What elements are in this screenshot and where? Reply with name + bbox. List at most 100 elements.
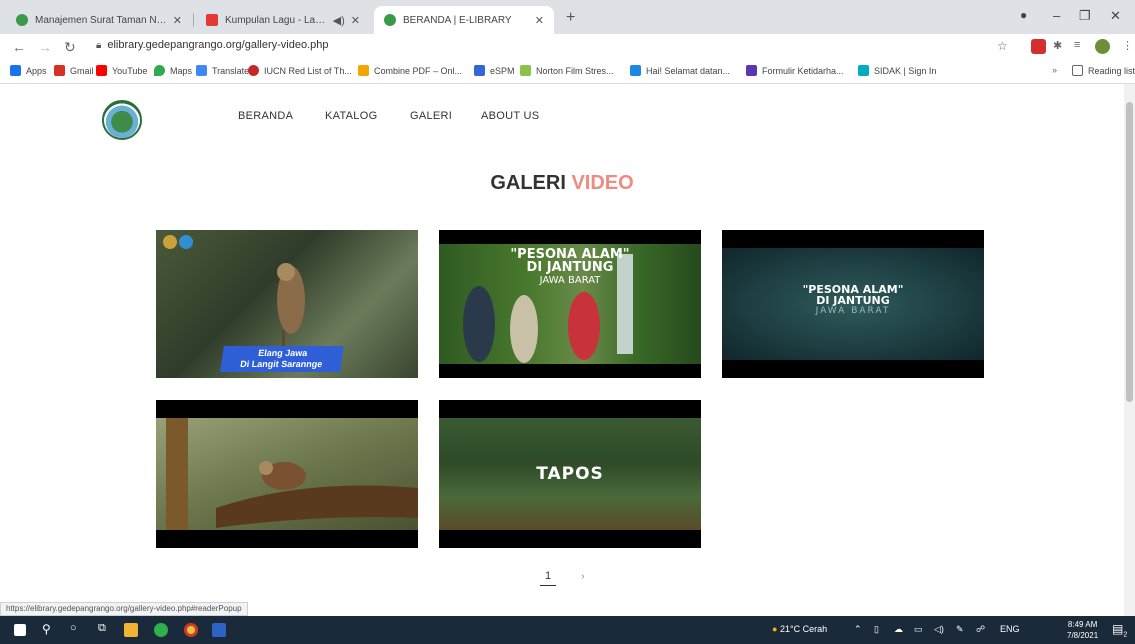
- pen-icon[interactable]: ✎: [956, 624, 964, 635]
- address-bar[interactable]: 🔒︎ elibrary.gedepangrango.org/gallery-vid…: [96, 39, 329, 51]
- youtube-icon: [206, 14, 218, 26]
- file-explorer-icon[interactable]: [124, 623, 138, 637]
- tab-surat[interactable]: Manajemen Surat Taman Nasion ✕: [6, 6, 192, 34]
- pagination: 1 ›: [540, 570, 585, 586]
- maps-icon: [154, 65, 165, 76]
- gmail-icon: [54, 65, 65, 76]
- bookmark-formulir[interactable]: Formulir Ketidarha...: [746, 65, 844, 76]
- maximize-icon[interactable]: ❐: [1079, 8, 1091, 24]
- extensions-icon[interactable]: ✱: [1053, 39, 1062, 52]
- nav-beranda[interactable]: BERANDA: [238, 110, 293, 122]
- tab-title: BERANDA | E-LIBRARY: [403, 14, 512, 26]
- browser-tab-bar: Manajemen Surat Taman Nasion ✕ Kumpulan …: [0, 0, 1135, 34]
- tab-lagu[interactable]: Kumpulan Lagu - Lagu Cover ◀) ✕: [196, 6, 370, 34]
- browser-toolbar: ← → ↻ 🔒︎ elibrary.gedepangrango.org/galle…: [0, 34, 1135, 60]
- bookmark-norton[interactable]: Norton Film Stres...: [520, 65, 614, 76]
- forms-icon: [746, 65, 757, 76]
- task-view-icon[interactable]: ⧉: [98, 622, 106, 635]
- reload-icon[interactable]: ↻: [64, 39, 76, 56]
- word-icon[interactable]: [212, 623, 226, 637]
- bookmark-youtube[interactable]: YouTube: [96, 65, 147, 76]
- clock[interactable]: 8:49 AM 7/8/2021: [1067, 619, 1098, 641]
- back-icon[interactable]: ←: [12, 39, 26, 55]
- video-poster: [156, 418, 418, 530]
- reading-list-icon: [1072, 65, 1083, 76]
- cortana-icon[interactable]: ○: [70, 622, 77, 634]
- nav-galeri[interactable]: GALERI: [410, 110, 452, 122]
- reading-list[interactable]: Reading list: [1072, 65, 1135, 76]
- page-viewport: BERANDA KATALOG GALERI ABOUT US GALERI V…: [0, 84, 1124, 616]
- nav-katalog[interactable]: KATALOG: [325, 110, 377, 122]
- app-icon[interactable]: [154, 623, 168, 637]
- pdf-icon: [358, 65, 369, 76]
- bookmark-apps[interactable]: Apps: [10, 65, 47, 76]
- chrome-icon[interactable]: [184, 623, 198, 637]
- close-icon[interactable]: ✕: [173, 14, 182, 27]
- close-icon[interactable]: ✕: [535, 14, 544, 27]
- bookmark-translate[interactable]: Translate: [196, 65, 249, 76]
- battery-icon[interactable]: ▭: [914, 624, 923, 635]
- nav-about-us[interactable]: ABOUT US: [481, 110, 539, 122]
- espm-icon: [474, 65, 485, 76]
- youtube-icon: [96, 65, 107, 76]
- windows-start-icon[interactable]: [14, 624, 26, 636]
- notifications-icon[interactable]: ▤2: [1112, 622, 1127, 638]
- avatar[interactable]: [1095, 39, 1110, 54]
- bookmarks-bar: Apps Gmail YouTube Maps Translate IUCN R…: [0, 60, 1135, 84]
- page-scrollbar[interactable]: [1124, 84, 1135, 616]
- language-indicator[interactable]: ENG: [1000, 624, 1020, 634]
- tab-favicon: [16, 14, 28, 26]
- tab-separator: [193, 13, 194, 27]
- media-icon[interactable]: ≡: [1074, 39, 1080, 51]
- menu-icon[interactable]: ⋮: [1122, 39, 1133, 52]
- status-url: https://elibrary.gedepangrango.org/galle…: [0, 602, 248, 616]
- tray-app-icon[interactable]: ▯: [874, 624, 879, 635]
- page-1[interactable]: 1: [540, 570, 557, 586]
- pdf-extension-icon[interactable]: [1031, 39, 1046, 54]
- url-text: elibrary.gedepangrango.org/gallery-video…: [107, 39, 329, 51]
- new-tab-icon[interactable]: +: [566, 9, 575, 27]
- cloud-icon[interactable]: ☁: [894, 624, 903, 635]
- close-icon[interactable]: ✕: [351, 14, 360, 27]
- site-logo[interactable]: [102, 100, 142, 140]
- bookmark-sidak[interactable]: SIDAK | Sign In: [858, 65, 936, 76]
- video-thumbnail-eagle-nest[interactable]: [156, 400, 418, 548]
- star-icon[interactable]: ☆: [997, 39, 1008, 53]
- network-icon[interactable]: ☍: [976, 624, 985, 635]
- tab-title: Manajemen Surat Taman Nasion: [35, 14, 167, 26]
- iucn-icon: [248, 65, 259, 76]
- video-thumbnail-elang-jawa[interactable]: Elang Jawa Di Langit Sarannge: [156, 230, 418, 378]
- bookmark-selamat[interactable]: Hai! Selamat datan...: [630, 65, 730, 76]
- video-caption: Elang Jawa Di Langit Sarannge: [220, 346, 344, 372]
- tab-favicon: [384, 14, 396, 26]
- bookmark-combine-pdf[interactable]: Combine PDF – Onl...: [358, 65, 462, 76]
- next-page-icon[interactable]: ›: [581, 571, 584, 582]
- translate-icon: [196, 65, 207, 76]
- bookmark-iucn[interactable]: IUCN Red List of Th...: [248, 65, 352, 76]
- scrollbar-thumb[interactable]: [1126, 102, 1133, 402]
- sidak-icon: [858, 65, 869, 76]
- bookmark-gmail[interactable]: Gmail: [54, 65, 94, 76]
- video-title: "PESONA ALAM" DI JANTUNG JAWA BARAT: [510, 247, 630, 286]
- bookmarks-overflow-icon[interactable]: »: [1052, 65, 1057, 75]
- doc-icon: [630, 65, 641, 76]
- norton-icon: [520, 65, 531, 76]
- window-close-icon[interactable]: ✕: [1110, 8, 1121, 24]
- search-icon[interactable]: ⚲: [42, 622, 51, 636]
- tab-elibrary[interactable]: BERANDA | E-LIBRARY ✕: [374, 6, 554, 34]
- tray-overflow-icon[interactable]: ⌃: [854, 624, 862, 635]
- video-thumbnail-pesona-alam-2[interactable]: "PESONA ALAM" DI JANTUNG JAWA BARAT: [722, 230, 984, 378]
- video-thumbnail-pesona-alam-1[interactable]: "PESONA ALAM" DI JANTUNG JAWA BARAT: [439, 230, 701, 378]
- profile-icon[interactable]: ●: [1020, 8, 1027, 22]
- volume-icon[interactable]: ◁): [934, 624, 944, 635]
- forward-icon[interactable]: →: [38, 39, 52, 55]
- nest-illustration: [166, 418, 418, 530]
- bookmark-maps[interactable]: Maps: [154, 65, 192, 76]
- weather[interactable]: ● 21°C Cerah: [772, 624, 827, 634]
- minimize-icon[interactable]: –: [1053, 8, 1060, 23]
- apps-icon: [10, 65, 21, 76]
- lock-icon: 🔒︎: [96, 40, 102, 51]
- speaker-icon[interactable]: ◀): [333, 14, 345, 27]
- bookmark-espm[interactable]: eSPM: [474, 65, 515, 76]
- video-thumbnail-tapos[interactable]: TAPOS: [439, 400, 701, 548]
